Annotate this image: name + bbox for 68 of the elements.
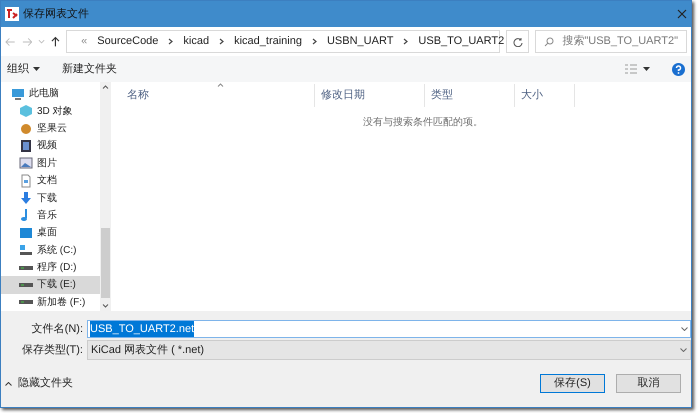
sidebar-item[interactable]: 文档 bbox=[1, 172, 100, 190]
sidebar-item[interactable]: 程序 (D:) bbox=[1, 258, 100, 276]
file-type-dropdown[interactable]: KiCad 网表文件 ( *.net) bbox=[87, 340, 691, 360]
sidebar-item[interactable]: 3D 对象 bbox=[1, 102, 100, 120]
new-folder-button[interactable]: 新建文件夹 bbox=[62, 60, 117, 78]
column-header[interactable]: 修改日期 bbox=[315, 84, 425, 107]
sidebar-item[interactable]: 音乐 bbox=[1, 206, 100, 224]
chevron-down-icon bbox=[680, 348, 687, 352]
help-icon[interactable] bbox=[672, 62, 685, 76]
search-field[interactable]: 搜索"USB_TO_UART2" bbox=[535, 30, 687, 53]
chevron-down-icon[interactable] bbox=[681, 327, 688, 331]
close-icon[interactable] bbox=[677, 9, 687, 19]
drive-icon bbox=[19, 282, 33, 287]
drive-icon bbox=[19, 266, 33, 270]
sidebar-item[interactable]: 图片 bbox=[1, 154, 100, 172]
sidebar-item[interactable]: 桌面 bbox=[1, 224, 100, 242]
caret-icon[interactable] bbox=[643, 67, 650, 71]
cancel-button[interactable]: 取消 bbox=[616, 374, 681, 393]
refresh-button[interactable] bbox=[506, 30, 530, 53]
acorn-icon bbox=[19, 121, 33, 136]
filename-field[interactable]: USB_TO_UART2.net bbox=[87, 320, 691, 338]
column-header[interactable]: 名称 bbox=[111, 84, 315, 107]
sidebar-item[interactable]: 视频 bbox=[1, 137, 100, 155]
sidebar-item[interactable]: 新加卷 (F:) bbox=[1, 294, 100, 312]
breadcrumb[interactable]: kicad bbox=[183, 33, 210, 50]
view-options-icon[interactable] bbox=[625, 64, 637, 74]
chevron-right-icon bbox=[168, 38, 174, 45]
chevron-up-icon bbox=[5, 382, 12, 386]
cube-icon bbox=[19, 104, 33, 118]
search-placeholder: 搜索"USB_TO_UART2" bbox=[562, 34, 678, 50]
document-icon bbox=[19, 174, 33, 188]
scrollbar[interactable] bbox=[100, 82, 111, 311]
drive-icon bbox=[19, 300, 33, 304]
drive-icon bbox=[19, 243, 33, 258]
column-header[interactable]: 类型 bbox=[425, 84, 515, 107]
sidebar-item[interactable]: 此电脑 bbox=[1, 85, 100, 102]
chevron-right-icon bbox=[403, 38, 408, 45]
scroll-up-icon[interactable] bbox=[102, 85, 109, 89]
breadcrumb[interactable]: SourceCode bbox=[97, 33, 158, 50]
breadcrumb[interactable]: USBN_UART bbox=[326, 33, 394, 50]
sidebar-item[interactable]: 系统 (C:) bbox=[1, 242, 100, 259]
hide-folders-toggle[interactable]: 隐藏文件夹 bbox=[5, 375, 73, 392]
search-icon bbox=[544, 36, 554, 46]
empty-message: 没有与搜索条件匹配的项。 bbox=[362, 116, 484, 130]
organize-menu[interactable]: 组织 bbox=[7, 60, 40, 78]
sidebar-item[interactable]: 下载 bbox=[1, 189, 100, 207]
scroll-down-icon[interactable] bbox=[102, 304, 109, 308]
image-icon bbox=[19, 156, 33, 170]
chevron-right-icon bbox=[312, 38, 317, 45]
sidebar-item[interactable]: 下载 (E:) bbox=[1, 276, 100, 294]
save-button[interactable]: 保存(S) bbox=[540, 374, 605, 393]
sort-ascending-icon bbox=[217, 83, 224, 87]
up-arrow-icon[interactable] bbox=[51, 36, 60, 48]
sidebar-item[interactable]: 坚果云 bbox=[1, 120, 100, 138]
caret-icon bbox=[33, 67, 40, 71]
app-icon bbox=[5, 7, 19, 21]
chevron-right-icon bbox=[219, 38, 224, 45]
filename-label: 文件名(N): bbox=[30, 322, 84, 337]
window-title: 保存网表文件 bbox=[23, 6, 89, 22]
column-header[interactable]: 大小 bbox=[515, 84, 575, 107]
refresh-icon bbox=[512, 36, 523, 46]
computer-icon bbox=[11, 86, 25, 101]
desktop-icon bbox=[19, 226, 33, 240]
overflow-chevron[interactable]: « bbox=[81, 33, 88, 50]
film-icon bbox=[19, 138, 33, 153]
down-arrow-icon bbox=[19, 191, 33, 206]
file-type-label: 保存类型(T): bbox=[20, 342, 84, 358]
breadcrumb[interactable]: kicad_training bbox=[234, 33, 302, 50]
